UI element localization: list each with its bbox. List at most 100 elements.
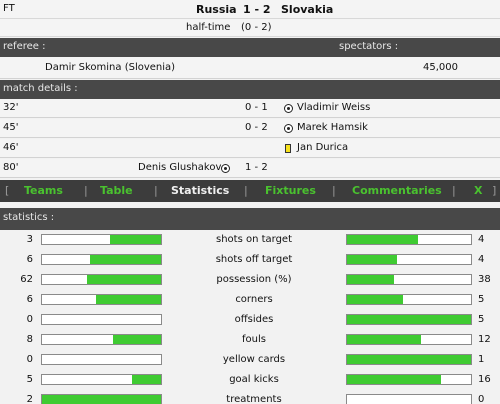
close-x-button[interactable]: X (474, 184, 482, 197)
stat-home-bar (41, 294, 162, 305)
stat-away-value: 0 (478, 394, 485, 404)
tab-fixtures[interactable]: Fixtures (265, 184, 316, 197)
stat-away-value: 12 (478, 334, 491, 345)
stat-home-value: 0 (26, 314, 33, 325)
tab-teams[interactable]: Teams (24, 184, 63, 197)
nav-close-bracket: ] (492, 184, 497, 197)
spectators-value: 45,000 (423, 62, 458, 73)
stat-home-value: 6 (26, 254, 33, 265)
tab-commentaries[interactable]: Commentaries (352, 184, 442, 197)
stat-row: 0 offsides 5 (0, 310, 500, 330)
stat-home-bar (41, 354, 162, 365)
referee-name: Damir Skomina (Slovenia) (45, 62, 176, 73)
stat-away-bar-fill (347, 295, 403, 304)
match-status: FT (3, 3, 15, 14)
stat-label: goal kicks (229, 374, 279, 385)
nav-open-bracket: [ (5, 184, 10, 197)
event-player: Vladimir Weiss (297, 102, 371, 113)
stat-away-value: 38 (478, 274, 491, 285)
event-player: Jan Durica (297, 142, 349, 153)
stat-label: fouls (242, 334, 266, 345)
stat-away-bar (346, 394, 472, 404)
stat-home-value: 5 (26, 374, 33, 385)
stat-home-bar-fill (109, 235, 161, 244)
event-minute: 46' (3, 142, 19, 153)
tab-table[interactable]: Table (100, 184, 133, 197)
stat-away-bar (346, 254, 472, 265)
event-score: 0 - 1 (245, 102, 268, 113)
match-details-header: match details : (0, 80, 500, 99)
stat-home-value: 3 (26, 234, 33, 245)
stat-away-bar (346, 234, 472, 245)
stat-home-bar (41, 254, 162, 265)
stat-home-bar-fill (95, 295, 161, 304)
stat-row: 6 corners 5 (0, 290, 500, 310)
stat-home-value: 8 (26, 334, 33, 345)
stat-home-bar (41, 274, 162, 285)
goal-ball-icon (284, 124, 293, 136)
event-row: 32' 0 - 1 Vladimir Weiss (0, 99, 500, 118)
stat-away-bar-fill (347, 335, 422, 344)
stat-label: offsides (234, 314, 274, 325)
goal-ball-icon (221, 164, 230, 176)
stat-label: possession (%) (216, 274, 292, 285)
stat-label: yellow cards (222, 354, 286, 365)
stat-home-value: 62 (20, 274, 33, 285)
stat-row: 8 fouls 12 (0, 330, 500, 350)
stat-away-bar (346, 334, 472, 345)
stat-away-value: 16 (478, 374, 491, 385)
event-minute: 80' (3, 162, 19, 173)
stat-label: treatments (226, 394, 282, 404)
tab-statistics[interactable]: Statistics (171, 184, 229, 197)
stat-label: corners (235, 294, 273, 305)
stat-row: 62 possession (%) 38 (0, 270, 500, 290)
stat-label: shots on target (215, 234, 292, 245)
stat-home-bar (41, 314, 162, 325)
stat-away-value: 1 (478, 354, 485, 365)
stat-home-bar-fill (113, 335, 161, 344)
stat-away-bar (346, 274, 472, 285)
spectators-label: spectators : (339, 41, 399, 52)
stat-row: 3 shots on target 4 (0, 230, 500, 250)
nav-separator: | (244, 184, 248, 197)
event-minute: 45' (3, 122, 19, 133)
score-row: FT Russia 1 - 2 Slovakia (0, 0, 500, 19)
stat-home-value: 0 (26, 354, 33, 365)
nav-separator: | (154, 184, 158, 197)
yellow-card-icon (285, 144, 291, 156)
stat-away-bar-fill (347, 375, 442, 384)
statistics-header: statistics : (0, 208, 500, 230)
halftime-label: half-time (186, 22, 231, 33)
stat-away-bar (346, 374, 472, 385)
event-row: 46' Jan Durica (0, 139, 500, 158)
stat-away-value: 4 (478, 234, 485, 245)
event-row: 45' 0 - 2 Marek Hamsik (0, 119, 500, 138)
event-player: Marek Hamsik (297, 122, 368, 133)
stat-away-bar (346, 314, 472, 325)
stat-home-bar (41, 334, 162, 345)
stat-away-bar-fill (347, 355, 471, 364)
stat-home-bar-fill (87, 275, 161, 284)
stat-row: 0 yellow cards 1 (0, 350, 500, 370)
halftime-score: (0 - 2) (241, 22, 272, 33)
stat-label: shots off target (215, 254, 293, 265)
nav-separator: | (452, 184, 456, 197)
event-player: Denis Glushakov (138, 162, 222, 173)
stat-away-value: 5 (478, 314, 485, 325)
goal-ball-icon (284, 104, 293, 116)
referee-label: referee : (3, 41, 46, 52)
stat-row: 6 shots off target 4 (0, 250, 500, 270)
referee-values-row: Damir Skomina (Slovenia) 45,000 (0, 57, 500, 79)
stat-away-bar-fill (347, 315, 471, 324)
stat-away-bar-fill (347, 235, 418, 244)
match-details-title: match details : (3, 83, 78, 94)
stat-away-bar-fill (347, 255, 397, 264)
event-score: 0 - 2 (245, 122, 268, 133)
referee-header: referee : spectators : (0, 38, 500, 57)
home-team-name: Russia (196, 3, 237, 16)
statistics-title: statistics : (3, 212, 55, 223)
stat-home-bar (41, 394, 162, 404)
nav-separator: | (84, 184, 88, 197)
stat-away-bar (346, 294, 472, 305)
match-nav-bar: [ Teams | Table | Statistics | Fixtures … (0, 180, 500, 202)
